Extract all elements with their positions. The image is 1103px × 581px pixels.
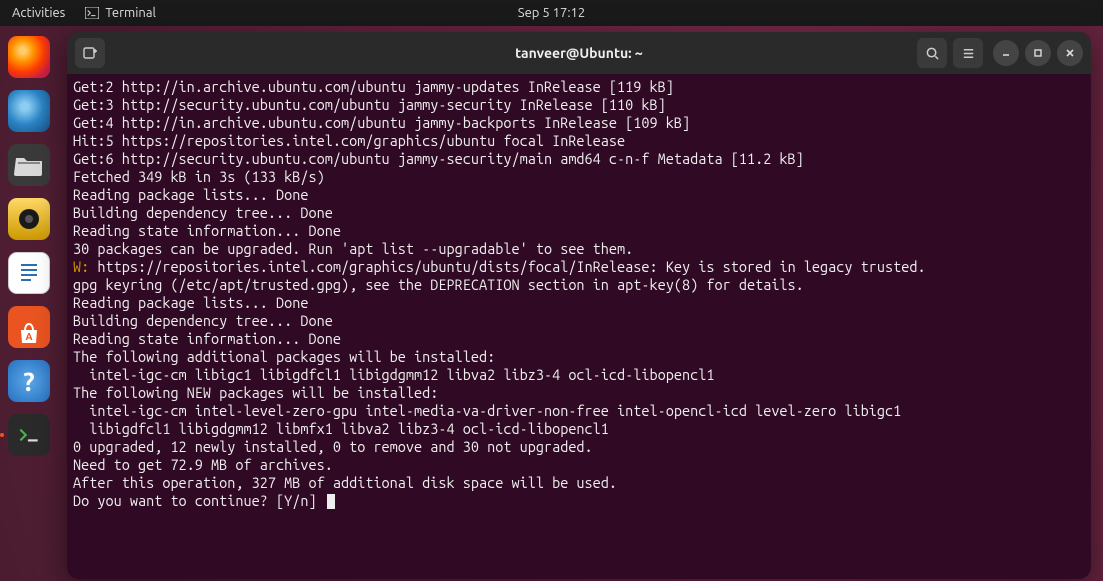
activities-button[interactable]: Activities: [12, 6, 65, 20]
terminal-icon: [85, 7, 99, 19]
close-button[interactable]: [1057, 40, 1083, 66]
files-icon: [8, 144, 50, 186]
hamburger-icon: [961, 46, 976, 61]
search-button[interactable]: [917, 38, 947, 68]
minimize-icon: [1000, 47, 1012, 59]
window-title: tanveer@Ubuntu: ~: [515, 45, 643, 61]
help-icon: ?: [8, 360, 50, 402]
dock-files[interactable]: [6, 142, 52, 188]
dock-rhythmbox[interactable]: [6, 196, 52, 242]
maximize-icon: [1032, 47, 1044, 59]
dock-terminal[interactable]: [6, 412, 52, 458]
dock-thunderbird[interactable]: [6, 88, 52, 134]
minimize-button[interactable]: [993, 40, 1019, 66]
dock: A ?: [0, 26, 58, 581]
cursor: [327, 494, 335, 509]
terminal-output[interactable]: Get:2 http://in.archive.ubuntu.com/ubunt…: [67, 74, 1091, 579]
gnome-topbar: Activities Terminal Sep 5 17:12: [0, 0, 1103, 26]
maximize-button[interactable]: [1025, 40, 1051, 66]
menu-button[interactable]: [953, 38, 983, 68]
new-tab-button[interactable]: [75, 38, 105, 68]
focused-app-indicator[interactable]: Terminal: [85, 6, 156, 20]
new-tab-icon: [82, 45, 98, 61]
terminal-icon: [8, 414, 50, 456]
prompt-line: Do you want to continue? [Y/n]: [73, 492, 325, 509]
search-icon: [925, 46, 940, 61]
dock-help[interactable]: ?: [6, 358, 52, 404]
svg-text:A: A: [25, 331, 32, 342]
dock-writer[interactable]: [6, 250, 52, 296]
dock-firefox[interactable]: [6, 34, 52, 80]
terminal-window: tanveer@Ubuntu: ~: [67, 32, 1091, 579]
thunderbird-icon: [8, 90, 50, 132]
shopping-bag-icon: A: [8, 306, 50, 348]
close-icon: [1064, 47, 1076, 59]
warning-prefix: W:: [73, 258, 97, 275]
focused-app-name: Terminal: [105, 6, 156, 20]
warning-text: https://repositories.intel.com/graphics/…: [97, 258, 925, 275]
document-icon: [8, 252, 50, 294]
speaker-icon: [8, 198, 50, 240]
window-titlebar[interactable]: tanveer@Ubuntu: ~: [67, 32, 1091, 74]
clock[interactable]: Sep 5 17:12: [518, 6, 585, 20]
desktop: A ? tanveer@Ubuntu: ~: [0, 26, 1103, 581]
dock-software[interactable]: A: [6, 304, 52, 350]
firefox-icon: [8, 36, 50, 78]
